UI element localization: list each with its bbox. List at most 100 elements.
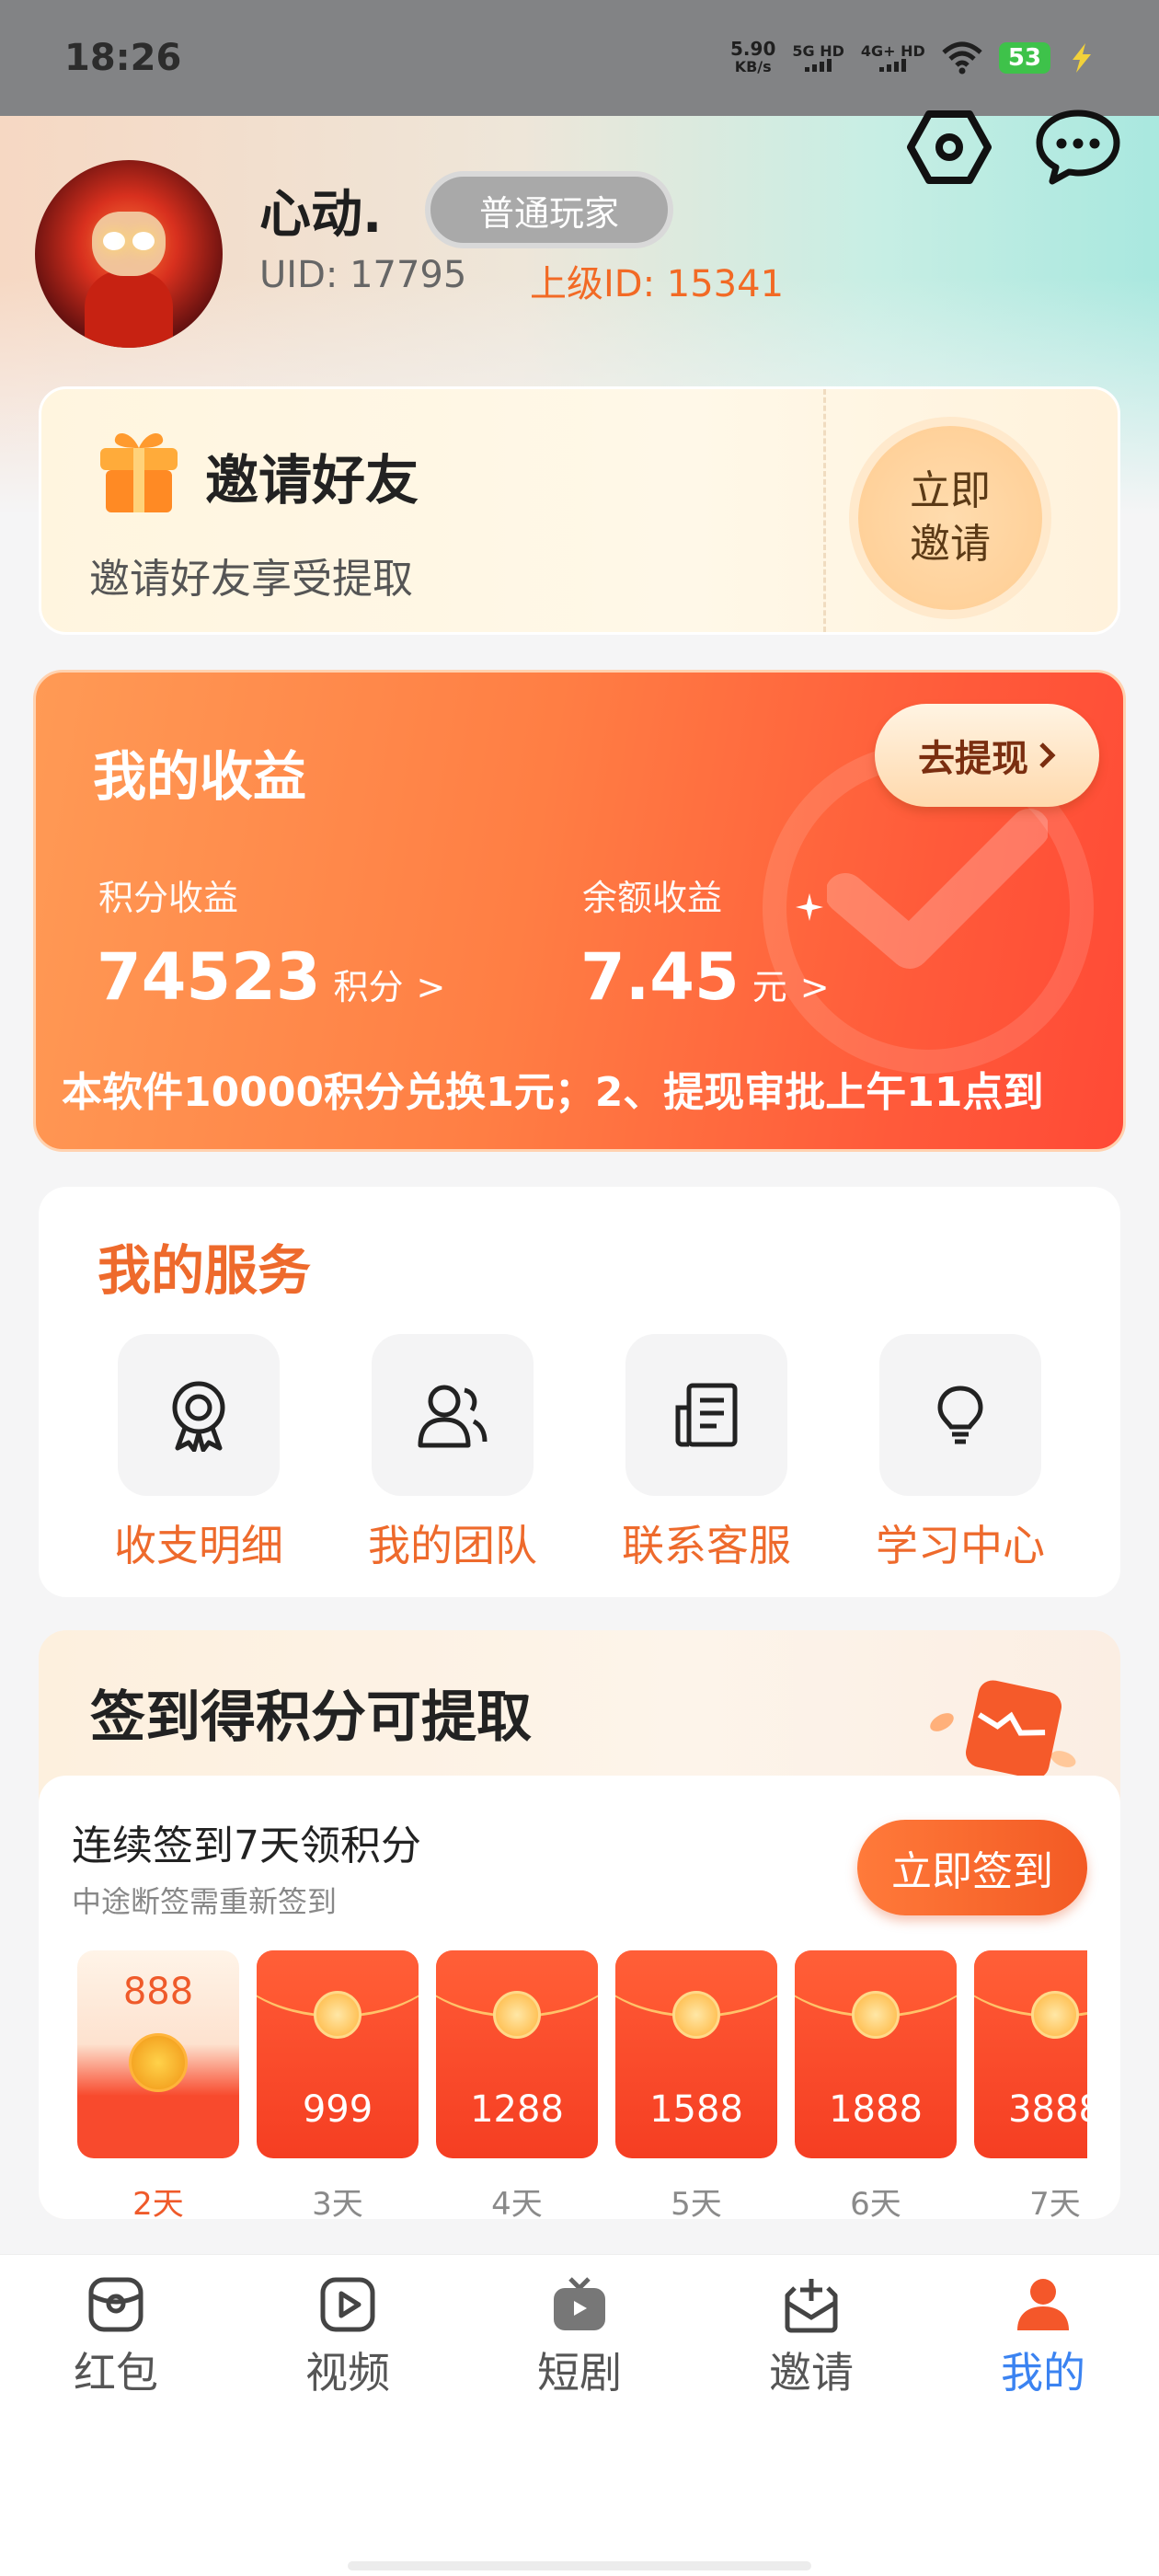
message-bubble-icon[interactable]	[1034, 103, 1122, 191]
wifi-icon	[942, 41, 982, 75]
red-packet: 1888	[795, 1950, 957, 2158]
day-label: 7天	[1029, 2186, 1081, 2217]
balance-value: 7.45	[580, 939, 740, 1015]
red-packet: 888	[77, 1950, 239, 2158]
points-arrow: >	[416, 967, 446, 1007]
tab-label: 邀请	[769, 2348, 854, 2398]
tab-video[interactable]: 视频	[265, 2275, 430, 2400]
service-my-team[interactable]: 我的团队	[342, 1334, 563, 1573]
tab-mine[interactable]: 我的	[960, 2275, 1126, 2400]
coin-icon	[129, 2033, 188, 2092]
header-actions	[905, 103, 1122, 191]
sign-in-day[interactable]: 1288 4天	[436, 1950, 598, 2217]
invite-now-button[interactable]: 立即 邀请	[858, 426, 1042, 610]
tab-label: 我的	[1001, 2348, 1085, 2398]
network-speed-value: 5.90	[730, 38, 776, 60]
services-title: 我的服务	[98, 1239, 312, 1302]
tab-invite[interactable]: 邀请	[729, 2275, 894, 2400]
balance-unit: 元	[752, 967, 787, 1007]
tab-red-packet[interactable]: 红包	[33, 2275, 199, 2400]
earnings-card: 我的收益 去提现 积分收益 74523 积分 > 余额收益 7.45 元 > 本…	[33, 670, 1126, 1152]
sign-in-day[interactable]: 3888 7天	[974, 1950, 1087, 2217]
sign-in-day[interactable]: 1588 5天	[615, 1950, 777, 2217]
status-time: 18:26	[64, 37, 182, 79]
network-speed: 5.90 KB/s	[730, 40, 775, 76]
red-packet: 3888	[974, 1950, 1087, 2158]
service-learning-center[interactable]: 学习中心	[850, 1334, 1071, 1573]
points-unit: 积分	[333, 967, 404, 1007]
invite-button-line1: 立即	[910, 467, 991, 514]
service-label: 我的团队	[368, 1521, 537, 1570]
sign-in-day[interactable]: 999 3天	[257, 1950, 419, 2217]
sign-in-panel: 连续签到7天领积分 中途断签需重新签到 立即签到 888 2天 999 3天 1…	[39, 1776, 1120, 2219]
points-value: 74523	[97, 939, 321, 1015]
day-label: 3天	[312, 2186, 363, 2217]
invite-button-line2: 邀请	[910, 521, 991, 568]
signal-5g-label: 5G HD	[792, 42, 844, 60]
document-icon	[625, 1334, 787, 1496]
tv-icon	[554, 2277, 605, 2330]
signal-5g: 5G HD	[792, 44, 844, 72]
services-card: 我的服务 收支明细 我的团队 联系客服 学习中心	[39, 1187, 1120, 1597]
day-points: 1888	[829, 2088, 923, 2131]
balance-earnings[interactable]: 7.45 元 >	[580, 939, 830, 1015]
home-indicator[interactable]	[348, 2561, 811, 2570]
medal-icon	[118, 1334, 280, 1496]
sign-in-header: 签到得积分可提取	[90, 1685, 532, 1750]
points-earnings[interactable]: 74523 积分 >	[97, 939, 445, 1015]
red-packet: 1288	[436, 1950, 598, 2158]
gift-icon	[100, 433, 178, 512]
username: 心动.	[259, 185, 383, 245]
team-icon	[372, 1334, 534, 1496]
avatar[interactable]	[35, 160, 223, 348]
sparkle-icon	[796, 893, 823, 921]
signal-4g: 4G+ HD	[861, 44, 925, 72]
video-play-icon	[320, 2277, 375, 2332]
withdraw-button[interactable]: 去提现	[875, 704, 1099, 807]
battery-level: 53	[998, 42, 1050, 74]
settings-hex-icon[interactable]	[905, 103, 993, 191]
signal-bars-icon	[805, 59, 832, 72]
withdraw-button-label: 去提现	[918, 738, 1028, 780]
day-points: 3888	[1008, 2088, 1087, 2131]
parent-uid: 上级ID: 15341	[530, 263, 785, 305]
service-contact-support[interactable]: 联系客服	[596, 1334, 817, 1573]
lightbulb-icon	[879, 1334, 1041, 1496]
signal-4g-label: 4G+ HD	[860, 42, 925, 60]
tab-short-drama[interactable]: 短剧	[497, 2275, 662, 2400]
red-packet-icon	[88, 2277, 143, 2332]
check-decoration-icon	[827, 809, 1048, 969]
invite-friends-card[interactable]: 邀请好友 邀请好友享受提取 立即 邀请	[39, 386, 1120, 635]
red-packet-decoration-icon	[930, 1680, 1076, 1777]
sign-in-day[interactable]: 888 2天	[77, 1950, 239, 2217]
red-packet: 1588	[615, 1950, 777, 2158]
service-label: 收支明细	[114, 1521, 283, 1570]
user-uid: UID: 17795	[259, 254, 467, 296]
balance-arrow: >	[799, 967, 830, 1007]
sign-in-subtitle: 连续签到7天领积分	[72, 1823, 421, 1869]
balance-earnings-label: 余额收益	[582, 878, 723, 918]
signal-bars-icon	[879, 59, 907, 72]
invite-title: 邀请好友	[205, 449, 419, 512]
notice-marquee: 本软件10000积分兑换1元；2、提现审批上午11点到	[62, 1069, 1044, 1116]
sign-in-now-button[interactable]: 立即签到	[857, 1820, 1087, 1915]
coin-icon	[314, 1991, 361, 2039]
service-income-details[interactable]: 收支明细	[88, 1334, 309, 1573]
day-points: 999	[302, 2088, 373, 2131]
sign-in-note: 中途断签需重新签到	[72, 1884, 338, 1919]
service-label: 联系客服	[622, 1521, 791, 1570]
tab-label: 红包	[74, 2348, 158, 2398]
coin-icon	[672, 1991, 720, 2039]
day-label: 4天	[491, 2186, 543, 2217]
bottom-safe-area	[0, 2438, 1159, 2576]
charging-bolt-icon	[1073, 43, 1091, 73]
invite-subtitle: 邀请好友享受提取	[89, 556, 413, 603]
coin-icon	[493, 1991, 541, 2039]
coin-icon	[852, 1991, 900, 2039]
sign-in-day[interactable]: 1888 6天	[795, 1950, 957, 2217]
day-points: 1588	[649, 2088, 743, 2131]
sign-in-days: 888 2天 999 3天 1288 4天 1588 5天 1888 6天 38…	[77, 1950, 1087, 2217]
status-bar: 18:26 5.90 KB/s 5G HD 4G+ HD 53	[0, 0, 1159, 116]
tab-label: 短剧	[537, 2348, 622, 2398]
invite-inbox-icon	[785, 2279, 838, 2333]
